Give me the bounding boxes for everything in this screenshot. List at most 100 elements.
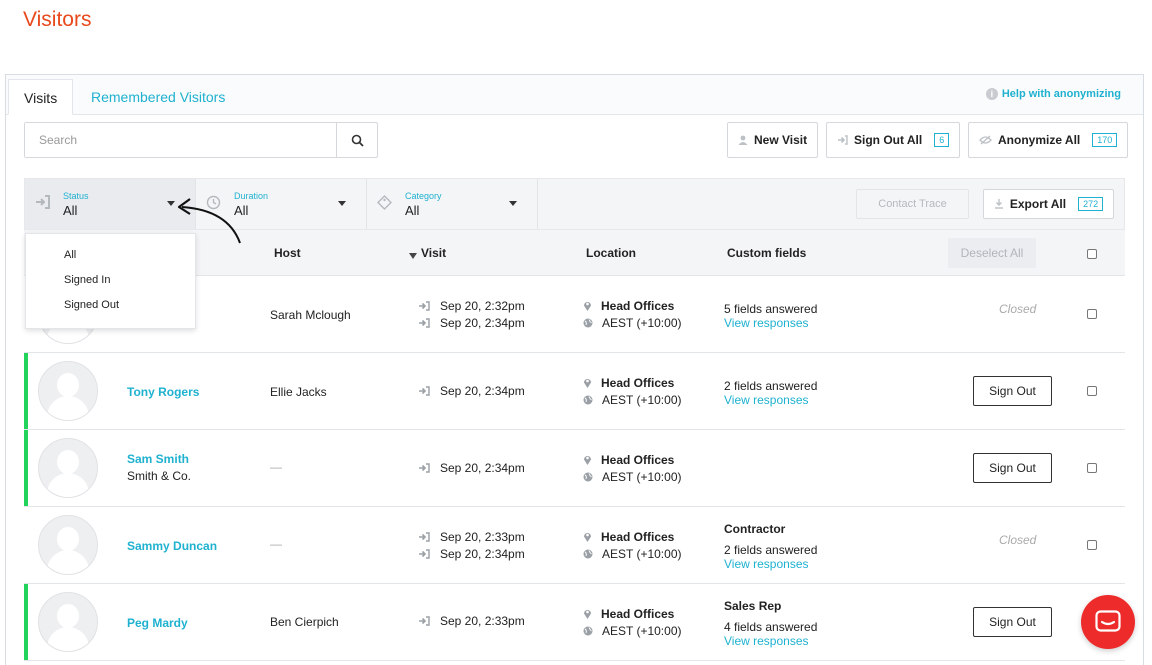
chat-launcher-button[interactable] [1081,595,1135,649]
view-responses-link[interactable]: View responses [724,393,817,407]
header-custom-fields[interactable]: Custom fields [727,246,806,260]
row-checkbox[interactable] [1087,386,1097,396]
visitor-company: Smith & Co. [127,469,192,483]
location-name: Head Offices [601,298,675,313]
row-host: Ben Cierpich [270,615,339,629]
search-box [24,122,378,158]
sign-out-button[interactable]: Sign Out [973,607,1052,637]
visit-out-time: Sep 20, 2:34pm [440,546,525,561]
row-location: Head Offices AEST (+10:00) [583,374,682,408]
visit-in-time: Sep 20, 2:33pm [440,613,525,628]
category-filter[interactable]: Category All [367,179,538,229]
visit-out-time: Sep 20, 2:34pm [440,315,525,330]
deselect-all-button[interactable]: Deselect All [948,238,1036,268]
globe-icon [583,549,593,558]
info-icon: i [985,88,998,100]
map-pin-icon [584,533,591,542]
status-option-signed-out[interactable]: Signed Out [26,293,195,318]
globe-icon [583,626,593,635]
status-closed: Closed [999,533,1037,547]
sign-out-button[interactable]: Sign Out [973,376,1052,406]
row-host: Sarah Mclough [270,308,351,322]
contact-trace-button[interactable]: Contact Trace [856,189,969,219]
map-pin-icon [584,302,591,311]
row-visit: Sep 20, 2:33pm [419,612,525,629]
avatar [38,592,98,652]
select-all-checkbox[interactable] [1087,249,1097,259]
export-all-button[interactable]: Export All 272 [983,189,1114,219]
sign-out-all-count: 6 [934,133,950,147]
visitor-name[interactable]: Peg Mardy [127,616,188,630]
tag-icon [377,195,392,210]
table-row: Sam Smith Smith & Co. — Sep 20, 2:34pm H… [24,430,1125,507]
location-timezone: AEST (+10:00) [602,546,682,561]
fields-answered: 4 fields answered [724,620,818,634]
tab-bar: Visits Remembered Visitors i Help with a… [6,75,1143,115]
row-location: Head Offices AEST (+10:00) [583,297,682,331]
help-anonymizing-link[interactable]: i Help with anonymizing [985,88,1121,100]
location-timezone: AEST (+10:00) [602,469,682,484]
row-custom-fields: Contractor 2 fields answered View respon… [724,522,817,571]
sign-in-icon [419,531,430,542]
table-row: Tony Rogers Ellie Jacks Sep 20, 2:34pm H… [24,353,1125,430]
location-timezone: AEST (+10:00) [602,315,682,330]
sign-out-icon [419,317,430,328]
visitor-category: Sales Rep [724,599,782,613]
search-input[interactable] [25,123,336,157]
sign-in-icon [36,195,50,209]
fields-answered: 2 fields answered [724,379,818,393]
sign-in-icon [419,615,430,626]
status-option-signed-in[interactable]: Signed In [26,268,195,293]
status-closed: Closed [999,302,1037,316]
view-responses-link[interactable]: View responses [724,557,817,571]
row-custom-fields: 2 fields answered View responses [724,379,817,407]
tab-visits[interactable]: Visits [8,79,74,115]
visitor-name[interactable]: Sammy Duncan [127,539,217,553]
sign-in-icon [419,385,430,396]
anonymize-all-count: 170 [1092,133,1118,147]
row-location: Head Offices AEST (+10:00) [583,528,682,562]
tab-remembered-visitors[interactable]: Remembered Visitors [76,79,240,115]
help-label: Help with anonymizing [1001,88,1121,100]
download-icon [994,199,1003,209]
anonymize-all-button[interactable]: Anonymize All 170 [968,122,1129,158]
annotation-arrow-icon [177,198,241,244]
location-timezone: AEST (+10:00) [602,623,682,638]
location-name: Head Offices [601,606,675,621]
location-timezone: AEST (+10:00) [602,392,682,407]
table-row: Sammy Duncan — Sep 20, 2:33pm Sep 20, 2:… [24,507,1125,584]
location-name: Head Offices [601,529,675,544]
row-host: — [270,460,282,474]
sign-in-icon [419,462,430,473]
contact-trace-label: Contact Trace [878,198,947,210]
export-all-count: 272 [1078,197,1104,211]
header-visit[interactable]: Visit [409,246,446,260]
row-checkbox[interactable] [1087,463,1097,473]
view-responses-link[interactable]: View responses [724,634,817,648]
header-host[interactable]: Host [274,246,301,260]
globe-icon [583,318,593,327]
row-checkbox[interactable] [1087,540,1097,550]
search-button[interactable] [336,123,377,157]
visit-in-time: Sep 20, 2:33pm [440,529,525,544]
category-filter-value: All [405,203,420,218]
row-location: Head Offices AEST (+10:00) [583,605,682,639]
header-visit-label: Visit [421,246,447,260]
sign-out-all-button[interactable]: Sign Out All 6 [826,122,961,158]
table-row: Peg Mardy Ben Cierpich Sep 20, 2:33pm He… [24,584,1125,661]
chevron-down-icon [338,201,346,206]
fields-answered: 2 fields answered [724,543,818,557]
person-icon [738,135,748,145]
map-pin-icon [584,456,591,465]
view-responses-link[interactable]: View responses [724,316,817,330]
row-custom-fields: 5 fields answered View responses [724,302,817,330]
visitor-name[interactable]: Tony Rogers [127,385,199,399]
visitor-name[interactable]: Sam Smith [127,452,189,466]
header-location[interactable]: Location [586,246,636,260]
sign-out-button[interactable]: Sign Out [973,453,1052,483]
row-host: Ellie Jacks [270,385,327,399]
sign-in-icon [419,300,430,311]
sign-out-all-label: Sign Out All [854,133,923,147]
row-checkbox[interactable] [1087,309,1097,319]
new-visit-button[interactable]: New Visit [727,122,819,158]
